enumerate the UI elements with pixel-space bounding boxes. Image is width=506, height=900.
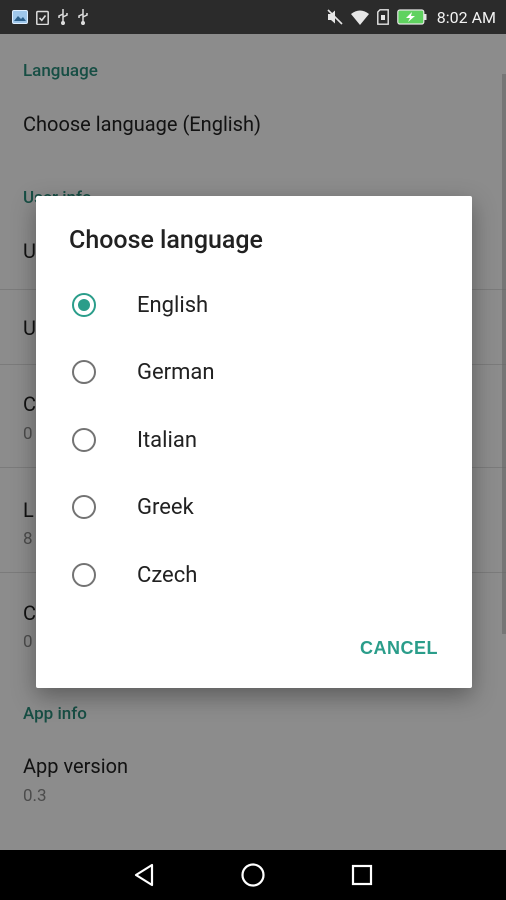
language-option-label: English <box>137 292 209 318</box>
sim-icon <box>376 9 389 25</box>
usb-icon <box>77 9 89 25</box>
image-icon <box>12 10 28 24</box>
status-bar: 8:02 AM <box>0 0 506 34</box>
radio-checked-icon[interactable] <box>72 293 96 317</box>
mute-icon <box>327 9 343 25</box>
clipboard-check-icon <box>36 10 49 25</box>
status-time: 8:02 AM <box>436 7 496 27</box>
recents-icon[interactable] <box>337 850 387 900</box>
back-icon[interactable] <box>119 850 169 900</box>
cancel-button[interactable]: CANCEL <box>348 632 450 665</box>
choose-language-dialog: Choose language English German Italian G… <box>36 196 472 688</box>
radio-unchecked-icon[interactable] <box>72 563 96 587</box>
language-option-italian[interactable]: Italian <box>36 407 472 473</box>
battery-charging-icon <box>396 9 427 25</box>
language-option-label: German <box>137 359 215 385</box>
wifi-icon <box>350 10 369 25</box>
language-option-greek[interactable]: Greek <box>36 474 472 540</box>
status-bar-right-icons: 8:02 AM <box>327 8 496 27</box>
radio-unchecked-icon[interactable] <box>72 495 96 519</box>
language-option-label: Czech <box>137 562 198 588</box>
navigation-bar <box>0 850 506 900</box>
radio-unchecked-icon[interactable] <box>72 360 96 384</box>
status-bar-left-icons <box>12 9 89 25</box>
language-option-label: Greek <box>137 494 194 520</box>
usb-icon <box>57 9 69 25</box>
language-option-czech[interactable]: Czech <box>36 542 472 608</box>
language-option-label: Italian <box>137 427 197 453</box>
language-option-german[interactable]: German <box>36 339 472 405</box>
radio-unchecked-icon[interactable] <box>72 428 96 452</box>
home-icon[interactable] <box>228 850 278 900</box>
dialog-title: Choose language <box>69 226 263 255</box>
language-option-english[interactable]: English <box>36 272 472 338</box>
